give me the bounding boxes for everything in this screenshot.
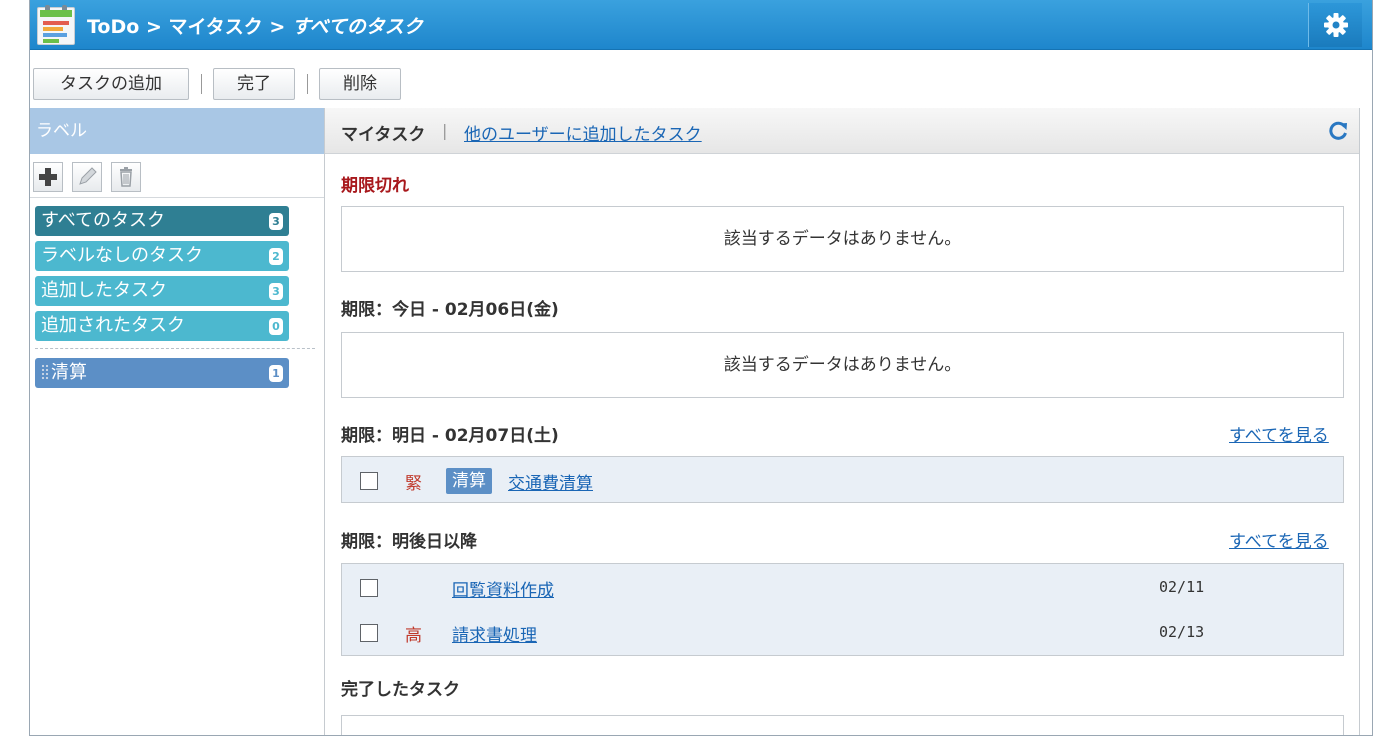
empty-message: 該当するデータはありません。 xyxy=(341,332,1344,398)
refresh-icon[interactable] xyxy=(1327,120,1349,142)
breadcrumb-separator: > xyxy=(262,16,292,38)
task-title-link[interactable]: 請求書処理 xyxy=(452,621,537,646)
view-all-link[interactable]: すべてを見る xyxy=(1229,421,1329,446)
gear-icon xyxy=(1324,13,1348,37)
tab-other-users-tasks[interactable]: 他のユーザーに追加したタスク xyxy=(464,120,702,145)
breadcrumb-separator: > xyxy=(139,16,169,38)
task-due-date: 02/11 xyxy=(1159,578,1205,596)
count-badge: 3 xyxy=(269,213,283,230)
sidebar-header: ラベル xyxy=(30,108,324,154)
task-checkbox[interactable] xyxy=(360,472,378,490)
delete-button[interactable]: 削除 xyxy=(319,68,401,100)
priority-marker: 緊 xyxy=(405,474,422,494)
label-sidebar: ラベル すべてのタスク 3 ラベルなしのタスク 2 追加したタスク 3 追加され… xyxy=(30,108,324,735)
task-title-link[interactable]: 交通費清算 xyxy=(508,469,593,494)
sidebar-item-label: 追加したタスク xyxy=(41,280,167,301)
breadcrumb-section[interactable]: マイタスク xyxy=(168,16,262,38)
toolbar: タスクの追加 完了 削除 xyxy=(30,50,1372,108)
sidebar-item-unlabeled-tasks[interactable]: ラベルなしのタスク 2 xyxy=(35,241,289,271)
sidebar-item-label: ラベルなしのタスク xyxy=(41,245,203,266)
tab-my-tasks[interactable]: マイタスク xyxy=(341,120,425,145)
drag-handle-icon[interactable] xyxy=(41,364,49,380)
sidebar-divider xyxy=(30,197,324,198)
sidebar-item-custom-label[interactable]: 清算 1 xyxy=(35,358,289,388)
edit-label-button[interactable] xyxy=(72,162,102,192)
count-badge: 0 xyxy=(269,318,283,335)
completed-task-list xyxy=(341,715,1344,735)
title-bar: ToDo > マイタスク > すべてのタスク xyxy=(30,0,1372,50)
empty-message: 該当するデータはありません。 xyxy=(341,206,1344,272)
todo-app-icon xyxy=(37,5,75,45)
sidebar-item-label: すべてのタスク xyxy=(41,210,166,231)
task-due-date: 02/13 xyxy=(1159,623,1205,641)
task-checkbox[interactable] xyxy=(360,579,378,597)
complete-button[interactable]: 完了 xyxy=(213,68,295,100)
section-title-overdue: 期限切れ xyxy=(341,176,409,196)
add-task-button[interactable]: タスクの追加 xyxy=(33,68,189,100)
task-row: 回覧資料作成 02/11 xyxy=(341,563,1344,610)
breadcrumb-current: すべてのタスク xyxy=(291,16,423,38)
sidebar-item-label: 清算 xyxy=(51,362,87,383)
breadcrumb-app[interactable]: ToDo xyxy=(87,16,139,38)
delete-label-button[interactable] xyxy=(111,162,141,192)
task-checkbox[interactable] xyxy=(360,624,378,642)
task-row: 緊 清算 交通費清算 xyxy=(341,456,1344,503)
trash-icon xyxy=(120,167,132,187)
sidebar-separator xyxy=(35,348,315,349)
task-list-panel: マイタスク | 他のユーザーに追加したタスク 期限切れ 該当するデータはありませ… xyxy=(324,108,1360,735)
todo-window: ToDo > マイタスク > すべてのタスク タスクの追加 完了 削除 ラベル xyxy=(29,0,1373,736)
section-title-later: 期限：明後日以降 xyxy=(341,532,477,552)
priority-marker: 高 xyxy=(405,626,422,646)
breadcrumb: ToDo > マイタスク > すべてのタスク xyxy=(87,12,423,39)
settings-button[interactable] xyxy=(1308,3,1362,47)
count-badge: 2 xyxy=(269,248,283,265)
task-row: 高 請求書処理 02/13 xyxy=(341,609,1344,656)
plus-icon xyxy=(39,168,57,186)
toolbar-divider xyxy=(201,74,202,94)
section-title-tomorrow: 期限：明日 - 02月07日(土) xyxy=(341,426,559,446)
sidebar-item-added-tasks[interactable]: 追加したタスク 3 xyxy=(35,276,289,306)
panel-header: マイタスク | 他のユーザーに追加したタスク xyxy=(325,108,1359,154)
count-badge: 3 xyxy=(269,283,283,300)
tab-separator: | xyxy=(442,121,448,140)
sidebar-item-label: 追加されたタスク xyxy=(41,315,185,336)
toolbar-divider xyxy=(307,74,308,94)
section-title-completed: 完了したタスク xyxy=(341,680,460,700)
section-title-today: 期限：今日 - 02月06日(金) xyxy=(341,300,559,320)
pencil-icon xyxy=(79,167,97,185)
view-all-link[interactable]: すべてを見る xyxy=(1229,527,1329,552)
add-label-button[interactable] xyxy=(33,162,63,192)
sidebar-item-all-tasks[interactable]: すべてのタスク 3 xyxy=(35,206,289,236)
task-label-chip[interactable]: 清算 xyxy=(446,468,492,494)
sidebar-item-received-tasks[interactable]: 追加されたタスク 0 xyxy=(35,311,289,341)
task-title-link[interactable]: 回覧資料作成 xyxy=(452,576,554,601)
count-badge: 1 xyxy=(269,365,283,382)
